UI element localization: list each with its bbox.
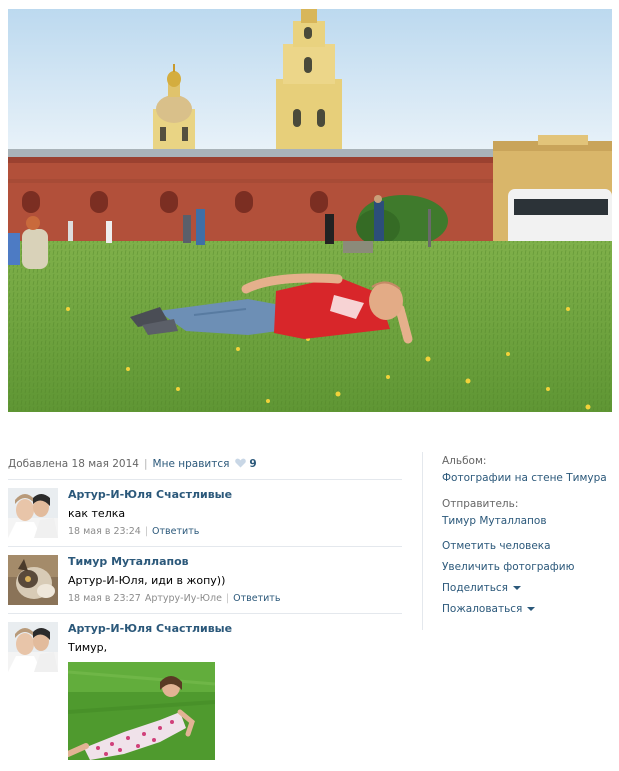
heart-icon[interactable] (235, 458, 247, 471)
sender-label: Отправитель: (442, 498, 519, 510)
reply-link[interactable]: Ответить (233, 593, 280, 604)
addressee-link[interactable]: Артуру-Иу-Юле (145, 593, 222, 604)
comment-meta: 18 мая в 23:24 | Ответить (68, 526, 402, 537)
meta-separator: | (225, 593, 230, 604)
comment: Артур-И-Юля Счастливые как телка 18 мая … (8, 488, 402, 540)
album-label: Альбом: (442, 455, 487, 467)
attachment-image (68, 662, 215, 760)
comment: Артур-И-Юля Счастливые Тимур, (8, 622, 402, 771)
avatar[interactable] (8, 488, 58, 538)
album-link[interactable]: Фотографии на стене Тимура (442, 472, 612, 484)
comment-author-link[interactable]: Тимур Муталлапов (68, 555, 189, 568)
chevron-down-icon (527, 607, 536, 611)
avatar[interactable] (8, 622, 58, 672)
comment-text: Тимур, (68, 641, 108, 654)
report-menu[interactable]: Пожаловаться (442, 603, 536, 615)
share-label: Поделиться (442, 582, 508, 594)
comment-photo-attachment[interactable] (68, 662, 215, 760)
report-label: Пожаловаться (442, 603, 523, 615)
divider (8, 546, 402, 547)
comment-author-link[interactable]: Артур-И-Юля Счастливые (68, 622, 232, 635)
added-date: Добавлена 18 мая 2014 (8, 458, 139, 470)
enlarge-photo-link[interactable]: Увеличить фотографию (442, 561, 574, 573)
column-divider (422, 452, 423, 630)
like-count[interactable]: 9 (249, 458, 256, 470)
chevron-down-icon (512, 586, 521, 590)
reply-link[interactable]: Ответить (152, 526, 199, 537)
comment-time[interactable]: 18 мая в 23:27 (68, 593, 141, 604)
tag-person-link[interactable]: Отметить человека (442, 540, 551, 552)
meta-separator: | (144, 526, 149, 537)
share-menu[interactable]: Поделиться (442, 582, 521, 594)
comment-text: как телка (68, 507, 126, 520)
like-button[interactable]: Мне нравится (153, 458, 230, 470)
main-photo-image (8, 9, 612, 412)
sender-link[interactable]: Тимур Муталлапов (442, 515, 612, 527)
comment-meta: 18 мая в 23:27 Артуру-Иу-Юле | Ответить (68, 593, 402, 604)
info-separator: | (143, 458, 148, 470)
photo-info-row: Добавлена 18 мая 2014 | Мне нравится 9 (8, 458, 257, 471)
comment-time[interactable]: 18 мая в 23:24 (68, 526, 141, 537)
divider (8, 613, 402, 614)
comment-text: Артур-И-Юля, иди в жопу)) (68, 574, 226, 587)
photo-sidebar: Альбом: Фотографии на стене Тимура Отпра… (442, 455, 612, 615)
avatar[interactable] (8, 555, 58, 605)
comment: Тимур Муталлапов Артур-И-Юля, иди в жопу… (8, 555, 402, 607)
divider (8, 479, 402, 480)
main-photo[interactable] (8, 9, 612, 412)
comment-author-link[interactable]: Артур-И-Юля Счастливые (68, 488, 232, 501)
